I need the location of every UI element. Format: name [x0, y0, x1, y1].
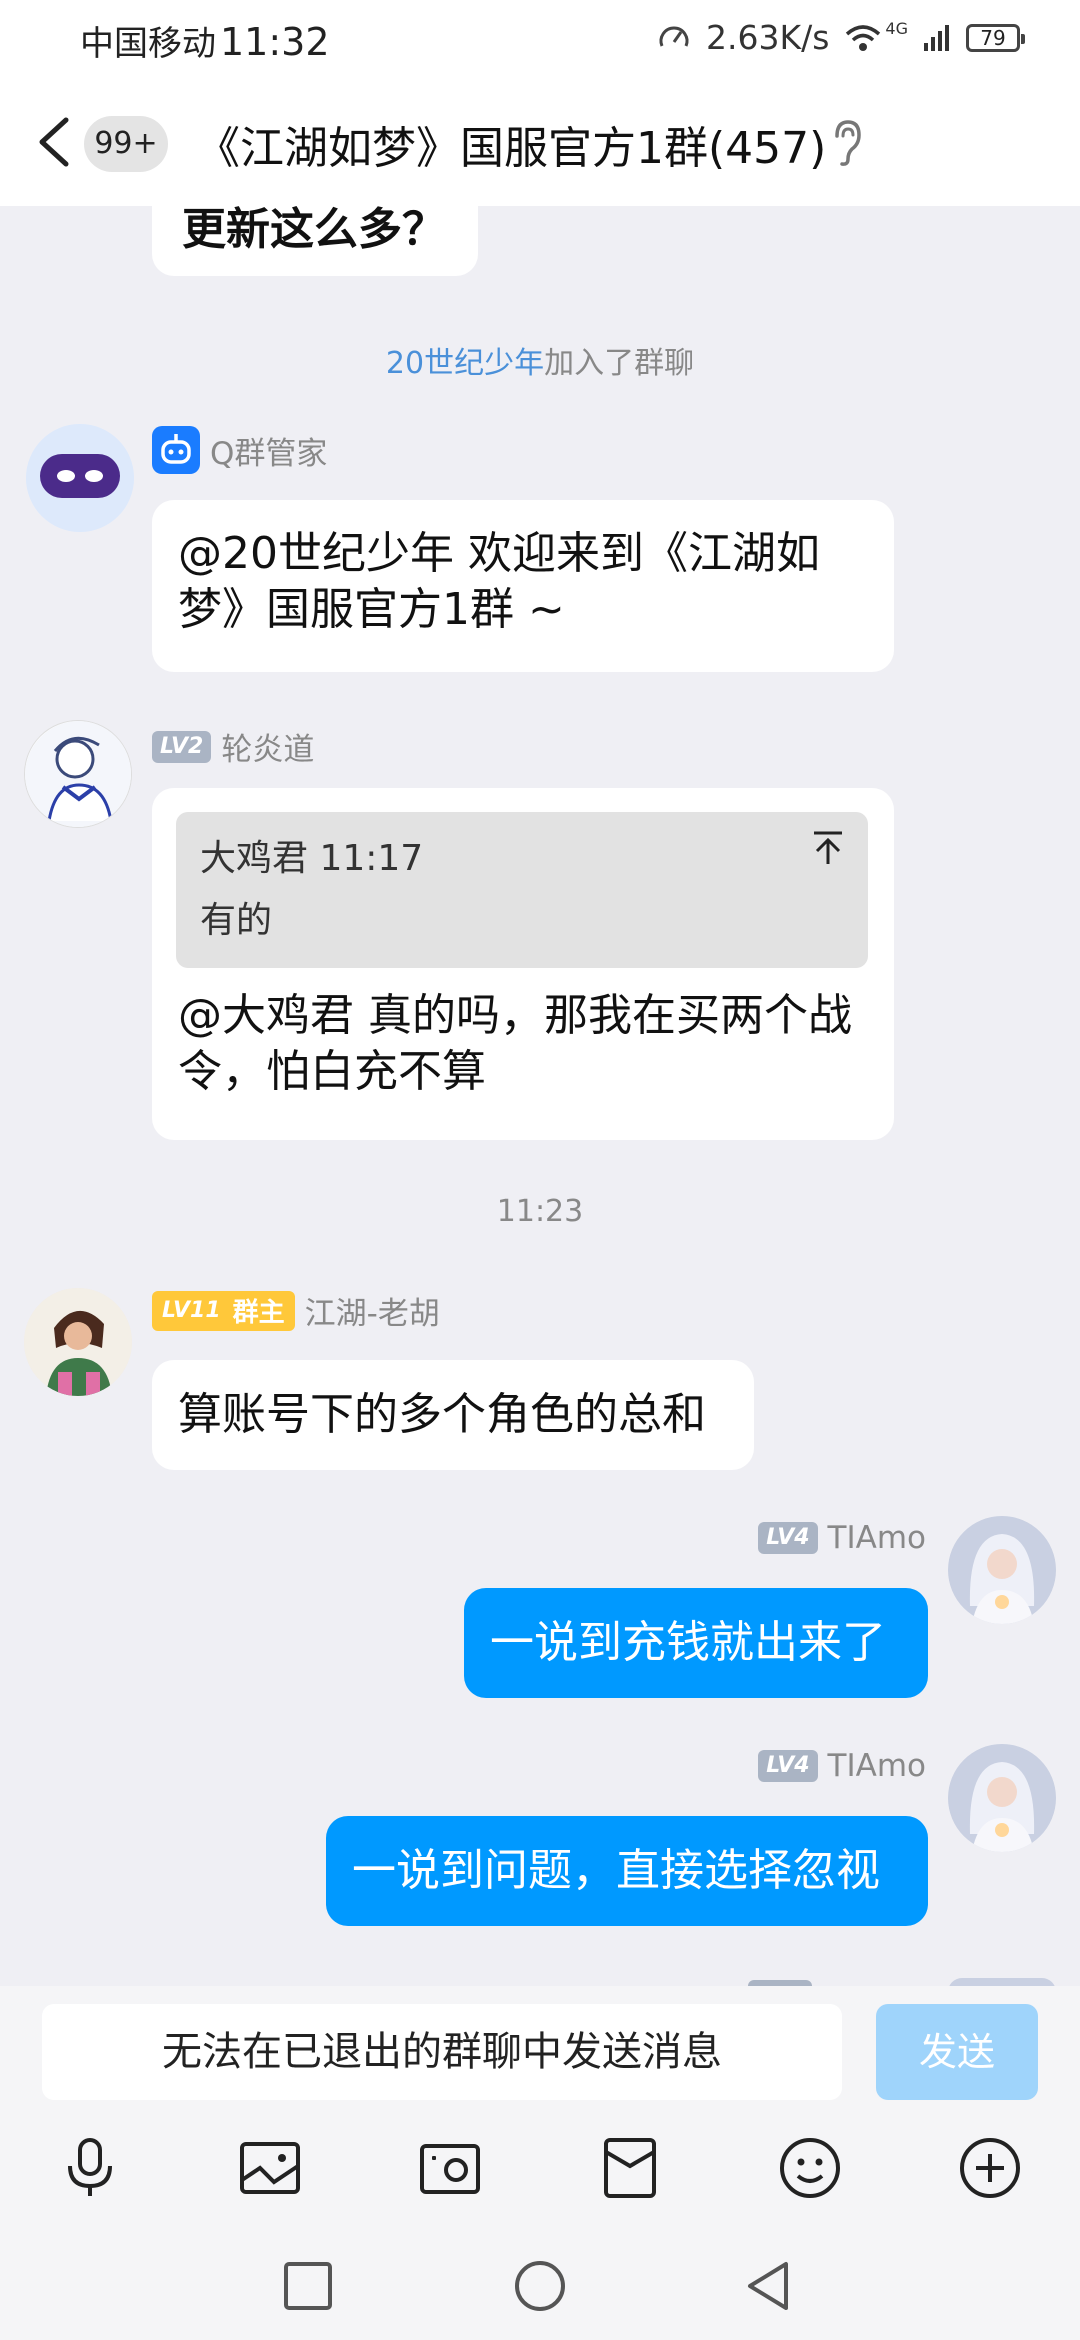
- quote-text: 有的: [200, 900, 273, 941]
- self-sender-row-2: LV4 TIAmo: [758, 1748, 926, 1784]
- self-sender-name[interactable]: TIAmo: [828, 1520, 926, 1556]
- self-avatar[interactable]: [948, 1516, 1056, 1624]
- level-badge: LV4: [758, 1522, 818, 1554]
- message-input[interactable]: 无法在已退出的群聊中发送消息: [42, 2004, 842, 2100]
- wifi-icon: [846, 24, 881, 51]
- self-sender-name[interactable]: TIAmo: [828, 1748, 926, 1784]
- quote-author-time: 大鸡君 11:17: [200, 838, 424, 879]
- message-list[interactable]: 更新这么多？ 20世纪少年加入了群聊 Q群管家 @20世纪少年 欢迎来到《江湖如…: [0, 206, 1080, 1986]
- self-avatar-icon: [948, 1516, 1056, 1624]
- status-left: 中国移动 11:32: [80, 16, 330, 65]
- speedometer-icon: [659, 26, 689, 47]
- bot-message-bubble[interactable]: @20世纪少年 欢迎来到《江湖如梦》国服官方1群 ~: [152, 500, 894, 672]
- microphone-icon[interactable]: [54, 2132, 126, 2204]
- plus-icon[interactable]: [954, 2132, 1026, 2204]
- camera-icon[interactable]: [414, 2132, 486, 2204]
- network-speed: 2.63K/s: [705, 18, 830, 57]
- time-divider: 11:23: [496, 1194, 584, 1229]
- reply-message-bubble[interactable]: 大鸡君 11:17 有的 @大鸡君 真的吗，那我在买两个战令，怕白充不算: [152, 788, 894, 1140]
- clock: 11:32: [220, 20, 330, 64]
- user-avatar-laohu[interactable]: [24, 1288, 132, 1396]
- join-text: 加入了群聊: [544, 346, 695, 381]
- message-text: @大鸡君 真的吗，那我在买两个战令，怕白充不算: [178, 990, 852, 1097]
- message-text: 一说到充钱就出来了: [490, 1617, 886, 1668]
- warrior-avatar-icon: [24, 1288, 132, 1396]
- send-button[interactable]: 发送: [876, 2004, 1038, 2100]
- red-packet-icon[interactable]: [594, 2132, 666, 2204]
- anime-avatar-icon: [25, 721, 131, 827]
- quoted-message[interactable]: 大鸡君 11:17 有的: [176, 812, 868, 968]
- emoji-icon[interactable]: [774, 2132, 846, 2204]
- self-avatar-icon: [948, 1744, 1056, 1852]
- status-right: 2.63K/s 4G 79: [656, 18, 1025, 57]
- recent-apps-icon[interactable]: [280, 2258, 336, 2314]
- back-arrow-icon[interactable]: [34, 114, 74, 170]
- owner-sender-name[interactable]: 江湖-老胡: [305, 1288, 440, 1333]
- reply-sender-row: LV2 轮炎道: [152, 724, 314, 769]
- input-area: 无法在已退出的群聊中发送消息 发送: [0, 1986, 1080, 2340]
- owner-level: LV11: [162, 1298, 221, 1323]
- bot-avatar[interactable]: [26, 424, 134, 532]
- owner-role: 群主: [232, 1298, 285, 1328]
- message-text: 一说到问题，直接选择忽视: [352, 1845, 880, 1896]
- self-sender-row-1: LV4 TIAmo: [758, 1520, 926, 1556]
- status-bar: 中国移动 11:32 2.63K/s 4G 79: [0, 0, 1080, 76]
- network-type: 4G: [885, 19, 908, 38]
- bot-sender-row: Q群管家: [152, 426, 327, 474]
- level-badge: LV4: [758, 1750, 818, 1782]
- level-badge: LV2: [152, 730, 212, 763]
- owner-message-bubble[interactable]: 算账号下的多个角色的总和: [152, 1360, 754, 1470]
- message-text: 算账号下的多个角色的总和: [178, 1389, 706, 1440]
- message-bubble-partial[interactable]: 更新这么多？: [152, 206, 478, 276]
- joined-user-link[interactable]: 20世纪少年: [386, 346, 544, 381]
- back-triangle-icon[interactable]: [742, 2258, 798, 2314]
- signal-icon: [924, 24, 949, 51]
- group-title[interactable]: 《江湖如梦》国服官方1群(457): [196, 112, 826, 176]
- owner-sender-row: LV11 群主 江湖-老胡: [152, 1288, 440, 1333]
- reply-sender-name[interactable]: 轮炎道: [221, 724, 314, 769]
- user-avatar-lunyandao[interactable]: [24, 720, 132, 828]
- bot-sender-name[interactable]: Q群管家: [210, 428, 327, 473]
- owner-badge: LV11 群主: [152, 1290, 295, 1331]
- message-text: 更新这么多？: [182, 206, 446, 255]
- unread-count-badge[interactable]: 99+: [84, 116, 168, 172]
- self-message-bubble-2[interactable]: 一说到问题，直接选择忽视: [326, 1816, 928, 1926]
- bot-face-icon: [26, 424, 134, 532]
- robot-icon: [152, 426, 200, 474]
- self-avatar[interactable]: [948, 1744, 1056, 1852]
- message-text: @20世纪少年 欢迎来到《江湖如梦》国服官方1群 ~: [178, 528, 820, 635]
- next-avatar-partial: [948, 1978, 1056, 1986]
- image-icon[interactable]: [234, 2132, 306, 2204]
- system-join-message: 20世纪少年加入了群聊: [0, 338, 1080, 382]
- jump-to-original-icon[interactable]: [812, 830, 844, 866]
- home-icon[interactable]: [512, 2258, 568, 2314]
- chat-header: 99+ 《江湖如梦》国服官方1群(457): [0, 76, 1080, 206]
- carrier-label: 中国移动: [80, 24, 216, 64]
- self-message-bubble-1[interactable]: 一说到充钱就出来了: [464, 1588, 928, 1698]
- battery-icon: 79: [966, 23, 1025, 52]
- ear-icon[interactable]: [830, 118, 864, 168]
